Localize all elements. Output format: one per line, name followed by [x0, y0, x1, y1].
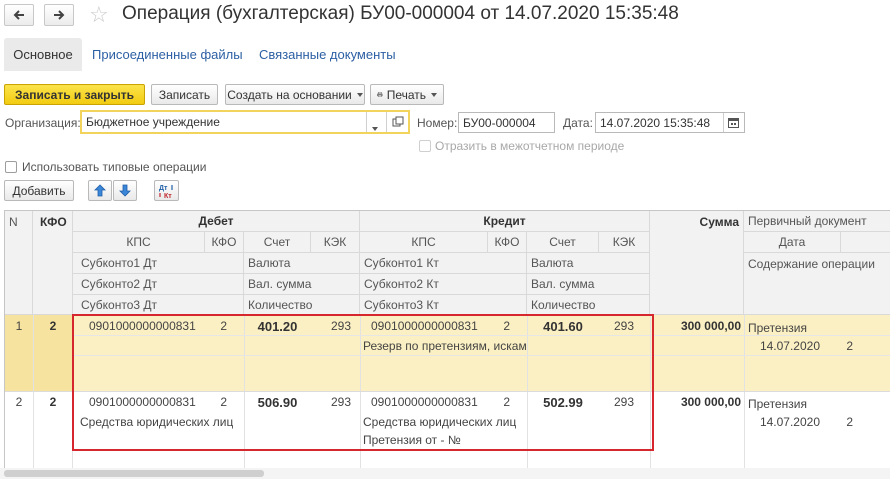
header-credit: Кредит — [360, 211, 650, 232]
date-field[interactable]: 14.07.2020 15:35:48 — [595, 112, 745, 133]
window-title: Операция (бухгалтерская) БУ00-000004 от … — [122, 3, 679, 24]
swap-dt-kt-button[interactable]: Дт Кт — [154, 180, 179, 201]
header-sub2-kt: Субконто2 Кт — [360, 274, 527, 295]
organization-value: Бюджетное учреждение — [86, 115, 220, 129]
interperiod-label: Отразить в межотчетном периоде — [435, 139, 625, 153]
add-button[interactable]: Добавить — [4, 180, 74, 201]
row-1-kfo: 2 — [49, 319, 57, 333]
back-button[interactable] — [4, 4, 34, 26]
header-kt-kfo: КФО — [488, 232, 527, 253]
typical-operations-label: Использовать типовые операции — [22, 160, 207, 174]
header-kt-kps: КПС — [360, 232, 488, 253]
header-dt-account: Счет — [244, 232, 311, 253]
date-label: Дата: — [563, 116, 593, 130]
header-sum: Сумма — [650, 211, 744, 315]
row-1-n: 1 — [15, 319, 23, 333]
chevron-down-icon[interactable] — [372, 120, 378, 134]
row-1-doc-date: 14.07.2020 — [759, 339, 820, 353]
number-label: Номер: — [417, 116, 458, 130]
header-dt-cur-sum: Вал. сумма — [244, 274, 360, 295]
svg-text:Дт: Дт — [159, 185, 168, 192]
printer-icon — [377, 92, 383, 97]
save-button[interactable]: Записать — [151, 84, 218, 105]
header-kfo: КФО — [33, 211, 73, 315]
typical-operations-checkbox[interactable] — [5, 161, 17, 173]
number-field[interactable]: БУ00-000004 — [458, 112, 555, 133]
header-dt-kek: КЭК — [311, 232, 360, 253]
header-primary-document: Первичный документ — [744, 211, 890, 232]
print-label: Печать — [386, 87, 426, 102]
header-sub3-kt: Субконто3 Кт — [360, 295, 527, 315]
open-form-icon[interactable] — [392, 116, 404, 128]
header-operation-content: Содержание операции — [744, 253, 890, 315]
header-dt-kfo: КФО — [205, 232, 244, 253]
tab-main[interactable]: Основное — [4, 38, 82, 71]
header-doc-number — [841, 232, 890, 253]
save-and-close-button[interactable]: Записать и закрыть — [4, 84, 145, 105]
horizontal-scrollbar[interactable] — [0, 468, 890, 479]
print-button[interactable]: Печать — [370, 84, 444, 105]
move-up-button[interactable] — [88, 180, 112, 201]
tab-attached-files[interactable]: Присоединенные файлы — [92, 47, 243, 62]
organization-field[interactable]: Бюджетное учреждение — [80, 110, 410, 134]
arrow-left-icon — [13, 10, 24, 20]
create-based-on-button[interactable]: Создать на основании — [225, 84, 365, 105]
header-sub2-dt: Субконто2 Дт — [73, 274, 244, 295]
row-2-kfo: 2 — [49, 395, 57, 409]
svg-text:Кт: Кт — [164, 193, 172, 199]
row-1-sum: 300 000,00 — [680, 319, 741, 333]
row-2-doc-name: Претензия — [748, 397, 807, 411]
header-kt-currency: Валюта — [527, 253, 650, 274]
arrow-right-icon — [54, 10, 65, 20]
swap-debit-credit-icon: ДтКт — [159, 184, 173, 199]
chevron-down-icon — [356, 92, 363, 97]
row-1-doc-name: Претензия — [748, 321, 807, 335]
chevron-down-icon — [431, 92, 437, 97]
row-1-doc-number: 2 — [846, 339, 853, 353]
date-value: 14.07.2020 15:35:48 — [600, 115, 711, 130]
create-based-on-label: Создать на основании — [227, 87, 352, 102]
header-kt-cur-sum: Вал. сумма — [527, 274, 650, 295]
header-n: N — [5, 211, 33, 315]
header-dt-qty: Количество — [244, 295, 360, 315]
forward-button[interactable] — [44, 4, 74, 26]
header-dt-kps: КПС — [73, 232, 205, 253]
highlight-frame — [72, 314, 654, 451]
move-down-button[interactable] — [113, 180, 137, 201]
header-doc-date: Дата — [744, 232, 841, 253]
arrow-down-icon — [119, 184, 131, 197]
header-sub1-dt: Субконто1 Дт — [73, 253, 244, 274]
favorite-star-icon[interactable]: ☆ — [89, 4, 109, 26]
arrow-up-icon — [94, 184, 106, 197]
organization-label: Организация: — [5, 116, 81, 130]
row-2-sum: 300 000,00 — [680, 395, 741, 409]
header-dt-currency: Валюта — [244, 253, 360, 274]
header-kt-qty: Количество — [527, 295, 650, 315]
calendar-icon[interactable] — [728, 117, 739, 128]
header-sub3-dt: Субконто3 Дт — [73, 295, 244, 315]
header-debit: Дебет — [73, 211, 360, 232]
tab-linked-documents[interactable]: Связанные документы — [259, 47, 396, 62]
header-kt-kek: КЭК — [599, 232, 650, 253]
interperiod-checkbox[interactable] — [419, 140, 431, 152]
row-2-doc-date: 14.07.2020 — [759, 415, 820, 429]
row-2-n: 2 — [15, 395, 23, 409]
header-sub1-kt: Субконто1 Кт — [360, 253, 527, 274]
row-2-doc-number: 2 — [846, 415, 853, 429]
header-kt-account: Счет — [527, 232, 599, 253]
